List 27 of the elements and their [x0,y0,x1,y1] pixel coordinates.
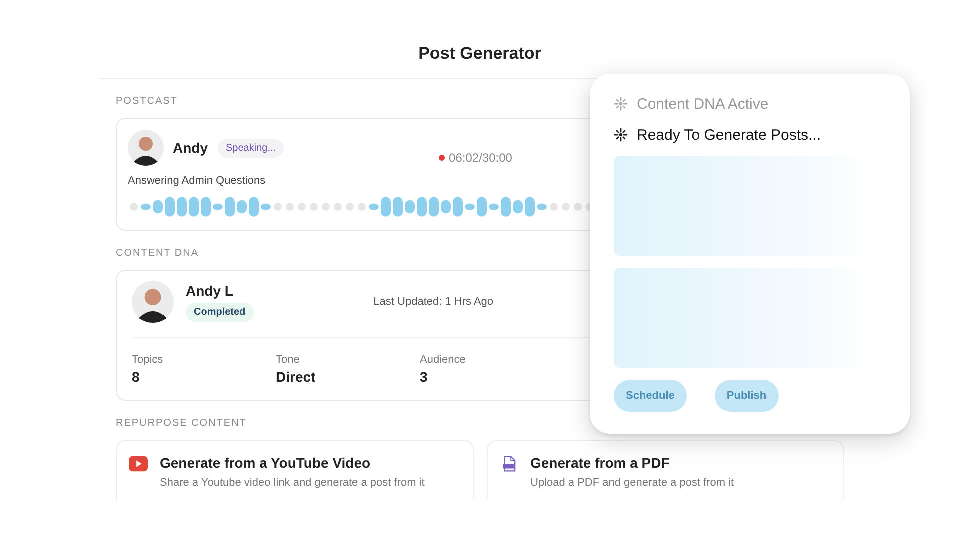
profile-name: Andy L [186,282,234,298]
speaker-name: Andy [173,140,208,156]
status-text: Ready To Generate Posts... [637,126,821,144]
play-icon [129,456,148,472]
option-card[interactable]: Generate from a YouTube Video Share a Youtube video link and generate a post from it [116,440,474,500]
option-description: Share a Youtube video link and generate a post from it [160,477,425,489]
section-heading: POSTCAST [116,96,178,107]
avatar [132,281,174,323]
section-heading: REPURPOSE CONTENT [116,418,247,429]
status-badge: Completed [186,302,254,322]
option-title: Generate from a PDF [530,455,671,471]
stat-value: Direct [276,369,317,385]
avatar [128,130,164,166]
stat-label: Topics [132,354,164,366]
stat-value: 8 [132,369,141,385]
stat-value: 3 [420,369,429,385]
status-badge: Speaking... [218,138,284,158]
status-text: Content DNA Active [637,96,769,112]
stat-label: Audience [420,354,467,366]
last-updated-text: Last Updated: 1 Hrs Ago [374,296,494,308]
stat-label: Tone [276,354,301,366]
topic-text: Answering Admin Questions [128,175,267,187]
timer-text: 06:02/30:00 [449,151,512,165]
option-title: Generate from a YouTube Video [160,455,372,471]
section-heading: CONTENT DNA [116,248,200,259]
option-description: Upload a PDF and generate a post from it [530,477,734,489]
option-card[interactable]: Generate from a PDF Upload a PDF and generate a post from it [486,440,844,500]
